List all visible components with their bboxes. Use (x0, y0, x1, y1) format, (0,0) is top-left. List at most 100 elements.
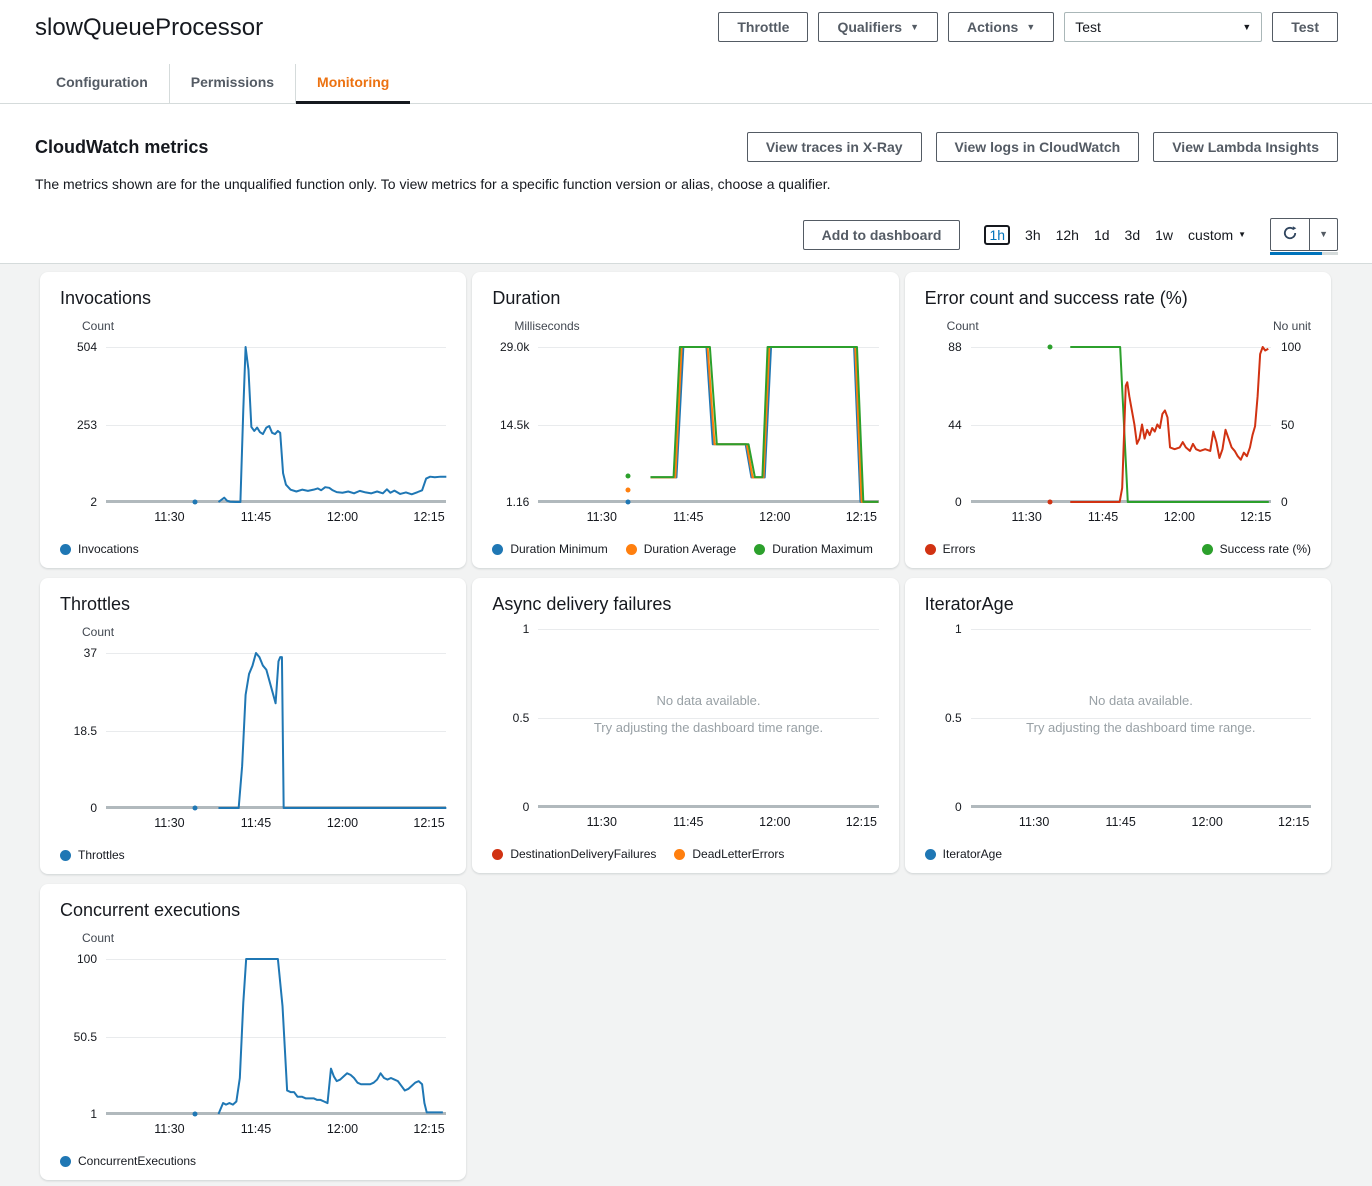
y-tick: 0 (955, 495, 962, 509)
legend-color-dot (754, 544, 765, 555)
data-point-dot (193, 1112, 198, 1117)
chart-lines (538, 347, 878, 502)
legend-item[interactable]: Duration Maximum (754, 542, 873, 556)
data-point-dot (625, 487, 630, 492)
x-tick: 12:15 (846, 510, 877, 524)
no-data-line1: No data available. (971, 693, 1311, 708)
x-tick: 11:45 (1105, 815, 1135, 829)
chart-legend: Throttles (60, 848, 446, 862)
tab-configuration[interactable]: Configuration (35, 64, 169, 103)
refresh-options-button[interactable]: ▼ (1310, 218, 1338, 251)
time-range-3h[interactable]: 3h (1025, 227, 1041, 243)
test-event-select[interactable]: Test▼ (1064, 12, 1262, 42)
tab-permissions[interactable]: Permissions (169, 64, 295, 103)
x-tick: 12:15 (413, 816, 444, 830)
time-range-1d[interactable]: 1d (1094, 227, 1110, 243)
x-tick: 11:45 (673, 815, 703, 829)
chart-title: Error count and success rate (%) (925, 288, 1311, 309)
x-tick: 12:00 (759, 815, 790, 829)
y-tick: 1 (90, 1107, 97, 1121)
y-tick: 44 (948, 418, 961, 432)
y-tick: 2 (90, 495, 97, 509)
y-tick: 14.5k (500, 418, 529, 432)
x-tick: 11:45 (241, 1122, 271, 1136)
chart-legend: Invocations (60, 542, 446, 556)
chart-title: Concurrent executions (60, 900, 446, 921)
x-tick: 11:45 (673, 510, 703, 524)
refresh-button[interactable] (1270, 218, 1310, 251)
x-tick: 11:30 (1019, 815, 1049, 829)
throttle-button[interactable]: Throttle (718, 12, 808, 42)
x-axis: 11:3011:4512:0012:15 (925, 510, 1311, 528)
test-button[interactable]: Test (1272, 12, 1338, 42)
view-logs-cloudwatch-button[interactable]: View logs in CloudWatch (936, 132, 1140, 162)
plot-row: 3718.50 (60, 653, 446, 808)
legend-item[interactable]: Throttles (60, 848, 125, 862)
x-axis-spacer (60, 1122, 106, 1140)
y-tick: 1.16 (506, 495, 529, 509)
refresh-progress-bar (1270, 252, 1338, 255)
legend-color-dot (1202, 544, 1213, 555)
time-range-1h[interactable]: 1h (984, 225, 1010, 245)
legend-item[interactable]: Duration Minimum (492, 542, 607, 556)
time-range-3d[interactable]: 3d (1125, 227, 1141, 243)
x-axis-spacer (60, 510, 106, 528)
y-tick: 29.0k (500, 340, 529, 354)
time-range-custom[interactable]: custom▼ (1188, 227, 1246, 243)
legend-item[interactable]: Invocations (60, 542, 139, 556)
chart-title: Async delivery failures (492, 594, 878, 615)
caret-down-icon: ▼ (1026, 23, 1035, 32)
x-axis: 11:3011:4512:0012:15 (492, 510, 878, 528)
y-tick: 50.5 (74, 1030, 97, 1044)
caret-down-icon: ▼ (1238, 231, 1246, 239)
x-tick: 12:00 (1164, 510, 1195, 524)
data-point-dot (625, 473, 630, 478)
axis-units: CountNo unit (925, 319, 1311, 333)
legend-item[interactable]: DeadLetterErrors (674, 847, 784, 861)
chart-legend: Errors Success rate (%) (925, 542, 1311, 556)
y-axis-labels: 10.50 (925, 629, 971, 807)
legend-label: IteratorAge (943, 847, 1002, 861)
y-axis-labels: 10.50 (492, 629, 538, 807)
legend-item[interactable]: Errors (925, 542, 976, 556)
legend-item[interactable]: Success rate (%) (1202, 542, 1311, 556)
legend-color-dot (60, 544, 71, 555)
legend-label: DestinationDeliveryFailures (510, 847, 656, 861)
tab-monitoring[interactable]: Monitoring (295, 64, 410, 103)
x-tick: 11:30 (154, 1122, 184, 1136)
legend-item[interactable]: DestinationDeliveryFailures (492, 847, 656, 861)
x-axis-labels: 11:3011:4512:0012:15 (106, 510, 446, 528)
x-axis-labels: 11:3011:4512:0012:15 (106, 816, 446, 834)
y-axis-labels: 88440 (925, 347, 971, 502)
plot-row: 10050.51 (60, 959, 446, 1114)
actions-button[interactable]: Actions▼ (948, 12, 1054, 42)
y-axis-unit-left: Count (82, 319, 114, 333)
no-data-message: No data available.Try adjusting the dash… (538, 629, 878, 807)
plot-area (106, 959, 446, 1114)
view-lambda-insights-button[interactable]: View Lambda Insights (1153, 132, 1338, 162)
x-tick: 12:00 (327, 1122, 358, 1136)
legend-item[interactable]: Duration Average (626, 542, 737, 556)
tab-bar: Configuration Permissions Monitoring (0, 64, 1372, 104)
x-tick: 11:30 (154, 510, 184, 524)
x-axis-spacer (492, 815, 538, 833)
x-axis: 11:3011:4512:0012:15 (925, 815, 1311, 833)
no-data-line2: Try adjusting the dashboard time range. (971, 720, 1311, 735)
x-tick: 11:30 (154, 816, 184, 830)
legend-item[interactable]: IteratorAge (925, 847, 1002, 861)
view-traces-xray-button[interactable]: View traces in X-Ray (747, 132, 922, 162)
section-description: The metrics shown are for the unqualifie… (35, 176, 1338, 192)
chart-title: Duration (492, 288, 878, 309)
section-title: CloudWatch metrics (35, 137, 208, 158)
y-axis-unit-left: Count (947, 319, 979, 333)
legend-label: Duration Maximum (772, 542, 873, 556)
add-to-dashboard-button[interactable]: Add to dashboard (803, 220, 961, 250)
x-axis: 11:3011:4512:0012:15 (492, 815, 878, 833)
data-point-dot (193, 806, 198, 811)
y-tick: 0 (523, 800, 530, 814)
time-range-1w[interactable]: 1w (1155, 227, 1173, 243)
qualifiers-button[interactable]: Qualifiers▼ (818, 12, 938, 42)
time-range-12h[interactable]: 12h (1056, 227, 1079, 243)
caret-down-icon: ▼ (910, 23, 919, 32)
refresh-icon (1282, 225, 1298, 244)
